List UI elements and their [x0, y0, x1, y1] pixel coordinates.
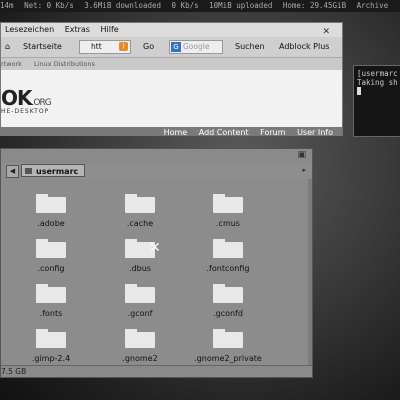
folder-item[interactable]: .gconf: [100, 284, 180, 318]
folder-icon: [36, 284, 66, 303]
sub-nav-distributions[interactable]: Linux Distributions: [34, 60, 95, 68]
site-logo[interactable]: OK.ORG: [1, 86, 52, 110]
search-input[interactable]: G Google: [169, 40, 223, 54]
nav-forum[interactable]: Forum: [260, 128, 285, 135]
free-space: 7.5 GB: [1, 367, 27, 376]
logo-main: OK: [1, 86, 32, 110]
status-bar: 7.5 GB: [1, 365, 312, 377]
folder-item[interactable]: .gimp-2.4: [11, 329, 91, 363]
downloaded: 3.6MiB downloaded: [84, 1, 162, 10]
go-button[interactable]: Go: [143, 37, 154, 57]
home-button[interactable]: Startseite: [23, 37, 62, 57]
folder-icon: [36, 329, 66, 348]
site-navigation: Home Add Content Forum User Info: [1, 127, 342, 135]
nav-add-content[interactable]: Add Content: [199, 128, 249, 135]
nav-home[interactable]: Home: [164, 128, 188, 135]
uptime: 14m: [0, 1, 14, 10]
close-icon[interactable]: ▣: [297, 150, 306, 160]
home-disk: Home: 29.45GiB: [282, 1, 347, 10]
adblock-button[interactable]: Adblock Plus: [279, 37, 329, 57]
folder-label: .fontconfig: [206, 264, 250, 273]
folder-label: .fonts: [39, 309, 63, 318]
nav-user-info[interactable]: User Info: [297, 128, 333, 135]
folder-label: .gconf: [127, 309, 153, 318]
folder-label: .cmus: [216, 219, 240, 228]
browser-menubar: Lesezeichen Extras Hilfe ✕: [1, 23, 342, 37]
folder-item[interactable]: .gnome2: [100, 329, 180, 363]
terminal-line: Taking sh: [357, 78, 398, 87]
folder-item[interactable]: .gconfd: [188, 284, 268, 318]
folder-item[interactable]: .gnome2_private: [188, 329, 268, 363]
breadcrumb-home[interactable]: usermarc: [21, 164, 85, 177]
upload-speed: 0 Kb/s: [171, 1, 199, 10]
uploaded: 10MiB uploaded: [209, 1, 273, 10]
url-text: htt: [91, 42, 102, 51]
file-manager-titlebar: ▣: [1, 149, 312, 163]
terminal-window[interactable]: [usermarc Taking sh: [353, 65, 400, 137]
path-bar: ◀ usermarc ▸: [1, 163, 312, 179]
url-bar[interactable]: htt ): [79, 40, 131, 54]
folder-item[interactable]: .config: [11, 239, 91, 273]
menu-bookmarks[interactable]: Lesezeichen: [5, 25, 54, 34]
back-arrow-icon[interactable]: ◀: [6, 165, 19, 178]
folder-icon: [125, 284, 155, 303]
folder-icon: [125, 194, 155, 213]
forward-arrow-icon[interactable]: ▸: [302, 166, 306, 174]
breadcrumb-label: usermarc: [36, 167, 79, 176]
folder-label: .config: [37, 264, 65, 273]
system-status-bar: 14m Net: 0 Kb/s 3.6MiB downloaded 0 Kb/s…: [0, 0, 400, 12]
folder-icon: [213, 284, 243, 303]
sub-nav-artwork[interactable]: rtwork: [1, 60, 22, 68]
folder-item[interactable]: .cmus: [188, 194, 268, 228]
logo-tagline: HE-DESKTOP: [1, 108, 50, 115]
google-icon[interactable]: G: [171, 42, 181, 52]
folder-icon: [125, 329, 155, 348]
folder-icon: [213, 239, 243, 258]
folder-icon: [213, 194, 243, 213]
mouse-cursor-icon: ✕: [149, 240, 161, 256]
folder-label: .gnome2: [122, 354, 158, 363]
folder-icon: [36, 239, 66, 258]
folder-label: .dbus: [129, 264, 151, 273]
folder-icon: [213, 329, 243, 348]
archive-disk: Archive: [356, 1, 389, 10]
folder-item[interactable]: .fonts: [11, 284, 91, 318]
file-grid: .adobe .cache .cmus .config .dbus .fontc…: [1, 179, 312, 369]
file-manager-window: ▣ ◀ usermarc ▸ .adobe .cache .cmus .conf…: [0, 148, 313, 378]
folder-item[interactable]: .dbus: [100, 239, 180, 273]
home-icon[interactable]: ⌂: [5, 37, 10, 57]
folder-icon: [36, 194, 66, 213]
menu-help[interactable]: Hilfe: [101, 25, 119, 34]
search-placeholder: Google: [183, 42, 210, 51]
rss-icon[interactable]: ): [119, 42, 128, 51]
browser-toolbar: ⌂ Startseite htt ) Go G Google Suchen Ad…: [1, 37, 342, 58]
search-button[interactable]: Suchen: [235, 37, 265, 57]
folder-label: .gimp-2.4: [31, 354, 71, 363]
web-page: rtwork Linux Distributions OK.ORG HE-DES…: [1, 58, 342, 135]
folder-label: .cache: [126, 219, 154, 228]
menu-tools[interactable]: Extras: [65, 25, 90, 34]
folder-item[interactable]: .adobe: [11, 194, 91, 228]
terminal-line: [usermarc: [357, 69, 398, 78]
folder-item[interactable]: .cache: [100, 194, 180, 228]
folder-item[interactable]: .fontconfig: [188, 239, 268, 273]
terminal-cursor: [357, 87, 361, 95]
logo-org: .ORG: [31, 98, 52, 108]
folder-label: .adobe: [37, 219, 65, 228]
folder-label: .gconfd: [213, 309, 243, 318]
folder-label: .gnome2_private: [194, 354, 262, 363]
vertical-scrollbar[interactable]: [308, 179, 312, 369]
browser-window: Lesezeichen Extras Hilfe ✕ ⌂ Startseite …: [0, 22, 343, 136]
home-folder-icon: [25, 168, 32, 174]
sub-navigation: rtwork Linux Distributions: [1, 58, 342, 70]
net-status: Net: 0 Kb/s: [24, 1, 74, 10]
